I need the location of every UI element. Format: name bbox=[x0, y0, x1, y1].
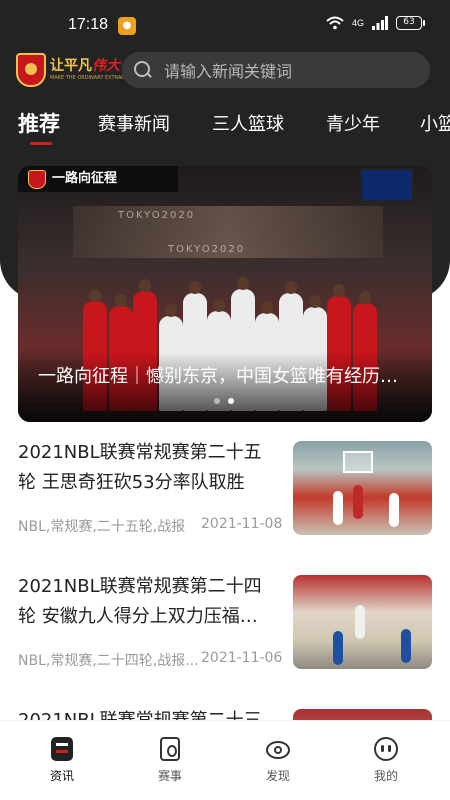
news-date: 2021-11-06 bbox=[201, 650, 283, 666]
nav-me[interactable]: 我的 bbox=[356, 737, 416, 784]
banner-series-tag: 一路向征程 bbox=[18, 166, 178, 192]
news-title: 2021NBL联赛常规赛第二十四轮 安徽九人得分上双力压福… bbox=[18, 576, 262, 627]
news-item[interactable]: 2021NBL联赛常规赛第二十五轮 王思奇狂砍53分率队取胜 NBL,常规赛,二… bbox=[18, 438, 432, 538]
tab-recommend[interactable]: 推荐 bbox=[18, 108, 60, 138]
brand-logo[interactable]: 让平凡伟大 MAKE THE ORDINARY EXTRAORDINARY bbox=[16, 53, 147, 89]
carousel-dot-active[interactable] bbox=[228, 398, 234, 404]
search-icon bbox=[134, 61, 152, 79]
featured-banner[interactable]: TOKYO2020 TOKYO2020 一路向征程 一路向征程｜憾别东京，中国女… bbox=[18, 166, 432, 422]
scoreboard bbox=[360, 168, 414, 202]
shield-logo-icon bbox=[16, 53, 46, 87]
battery-icon: 63 bbox=[396, 16, 425, 30]
tab-mini-basketball[interactable]: 小篮 bbox=[420, 110, 450, 136]
nav-matches[interactable]: 赛事 bbox=[140, 737, 200, 784]
active-tab-indicator bbox=[30, 142, 52, 145]
news-tags: NBL,常规赛,二十五轮,战报 bbox=[18, 519, 186, 535]
news-thumbnail bbox=[293, 575, 432, 669]
arena-board-text: TOKYO2020 bbox=[168, 244, 246, 255]
logo-subtitle: MAKE THE ORDINARY EXTRAORDINARY bbox=[50, 75, 148, 81]
nav-label: 赛事 bbox=[157, 769, 182, 783]
nav-label: 资讯 bbox=[49, 769, 74, 783]
tab-youth[interactable]: 青少年 bbox=[326, 110, 380, 136]
status-bar: 17:18 ● 4G 63 bbox=[0, 0, 450, 52]
banner-caption: 一路向征程｜憾别东京，中国女篮唯有经历… bbox=[38, 366, 398, 387]
carousel-dot[interactable] bbox=[214, 398, 220, 404]
me-icon bbox=[374, 737, 398, 761]
news-title: 2021NBL联赛常规赛第二十五轮 王思奇狂砍53分率队取胜 bbox=[18, 442, 262, 493]
category-tabs: 推荐 赛事新闻 三人篮球 青少年 小篮 bbox=[0, 104, 450, 148]
status-time: 17:18 bbox=[68, 16, 109, 33]
logo-slogan: 让平凡伟大 bbox=[50, 58, 120, 74]
status-indicators: 4G 63 bbox=[326, 16, 425, 30]
app-notification-icon: ● bbox=[118, 17, 136, 35]
nav-label: 我的 bbox=[373, 769, 398, 783]
arena-board-text: TOKYO2020 bbox=[118, 210, 196, 221]
search-placeholder: 请输入新闻关键词 bbox=[164, 62, 293, 81]
hoop-graphic bbox=[343, 451, 373, 473]
news-icon bbox=[51, 737, 73, 761]
signal-icon bbox=[372, 16, 388, 30]
carousel-indicator bbox=[214, 398, 234, 404]
news-thumbnail bbox=[293, 441, 432, 535]
news-item[interactable]: 2021NBL联赛常规赛第二十四轮 安徽九人得分上双力压福… NBL,常规赛,二… bbox=[18, 572, 432, 672]
discover-icon bbox=[266, 737, 290, 761]
match-icon bbox=[160, 737, 180, 761]
tab-match-news[interactable]: 赛事新闻 bbox=[98, 110, 170, 136]
nav-news[interactable]: 资讯 bbox=[32, 737, 92, 784]
search-input[interactable]: 请输入新闻关键词 bbox=[122, 52, 430, 88]
nav-discover[interactable]: 发现 bbox=[248, 737, 308, 784]
network-type: 4G bbox=[351, 17, 364, 28]
news-tags: NBL,常规赛,二十四轮,战报... bbox=[18, 653, 199, 669]
wifi-icon bbox=[326, 16, 344, 30]
bottom-navigation: 资讯 赛事 发现 我的 bbox=[0, 720, 450, 800]
nav-label: 发现 bbox=[265, 769, 290, 783]
news-date: 2021-11-08 bbox=[201, 516, 283, 532]
tab-3x3-basketball[interactable]: 三人篮球 bbox=[212, 110, 284, 136]
